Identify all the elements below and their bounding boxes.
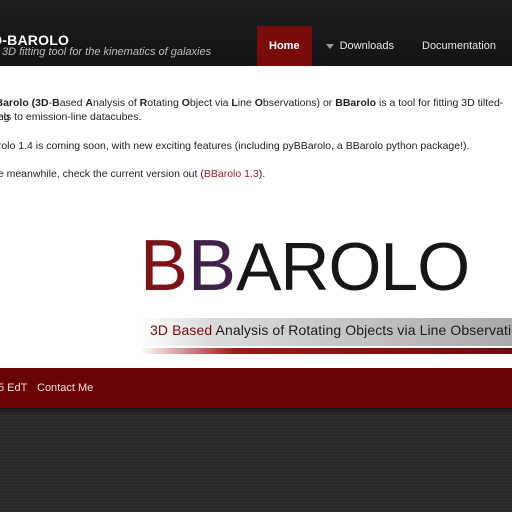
site-footer: 5 EdT Contact Me (0, 368, 512, 408)
intro-text: BBarolo (335, 97, 377, 109)
intro-text: ine (237, 97, 255, 109)
logo-subtitle: 3D Based Analysis of Rotating Objects vi… (150, 322, 512, 338)
intro-text: O (181, 97, 190, 109)
logo-wordmark: BBAROLO (140, 226, 470, 306)
bbarolo-logo: BBAROLO 3D Based Analysis of Rotating Ob… (140, 226, 512, 366)
intro-text: ased (59, 97, 86, 109)
logo-letter: B (140, 226, 189, 306)
intro-text: O (254, 97, 263, 109)
logo-letter: B (188, 226, 237, 306)
bbarolo-version-link[interactable]: BBarolo 1.3 (204, 168, 259, 180)
caret-down-icon (325, 43, 334, 49)
nav-downloads[interactable]: Downloads (312, 26, 408, 66)
logo-letters: AROLO (236, 229, 470, 305)
site-tagline: 3D fitting tool for the kinematics of ga… (2, 46, 212, 58)
logo-subtitle-highlight: 3D Based (150, 322, 213, 338)
footer-contact-link[interactable]: Contact Me (37, 382, 93, 394)
logo-subtitle-text: Analysis of Rotating Objects via Line Ob… (212, 322, 512, 338)
intro-paragraph-line2: dels to emission-line datacubes. (0, 111, 142, 123)
nav-home-label: Home (269, 40, 300, 52)
intro-text: bject via (189, 97, 232, 109)
news-paragraph: arolo 1.4 is coming soon, with new excit… (0, 140, 470, 152)
nav-documentation-label: Documentation (422, 40, 496, 52)
intro-text: -Barolo ( (0, 97, 36, 109)
intro-text: bservations) or (262, 97, 336, 109)
logo-stripe (140, 348, 512, 354)
main-content: -Barolo (3D-Based Analysis of Rotating O… (0, 66, 512, 368)
version-text: ). (258, 168, 266, 180)
main-nav: Home Downloads Documentation (257, 26, 512, 66)
nav-documentation[interactable]: Documentation (408, 26, 512, 66)
intro-text: otating (147, 97, 182, 109)
intro-text: nalysis of (92, 97, 140, 109)
intro-text: A (85, 97, 93, 109)
footer-shadow (0, 408, 512, 416)
intro-text: 3D (35, 97, 49, 109)
version-text: he meanwhile, check the current version … (0, 168, 204, 180)
footer-credit: 5 EdT (0, 382, 28, 394)
version-paragraph: he meanwhile, check the current version … (0, 167, 512, 181)
nav-home[interactable]: Home (257, 26, 312, 66)
intro-text: B (52, 97, 60, 109)
nav-downloads-label: Downloads (339, 40, 394, 52)
site-header: D-BAROLO 3D fitting tool for the kinemat… (0, 0, 512, 66)
